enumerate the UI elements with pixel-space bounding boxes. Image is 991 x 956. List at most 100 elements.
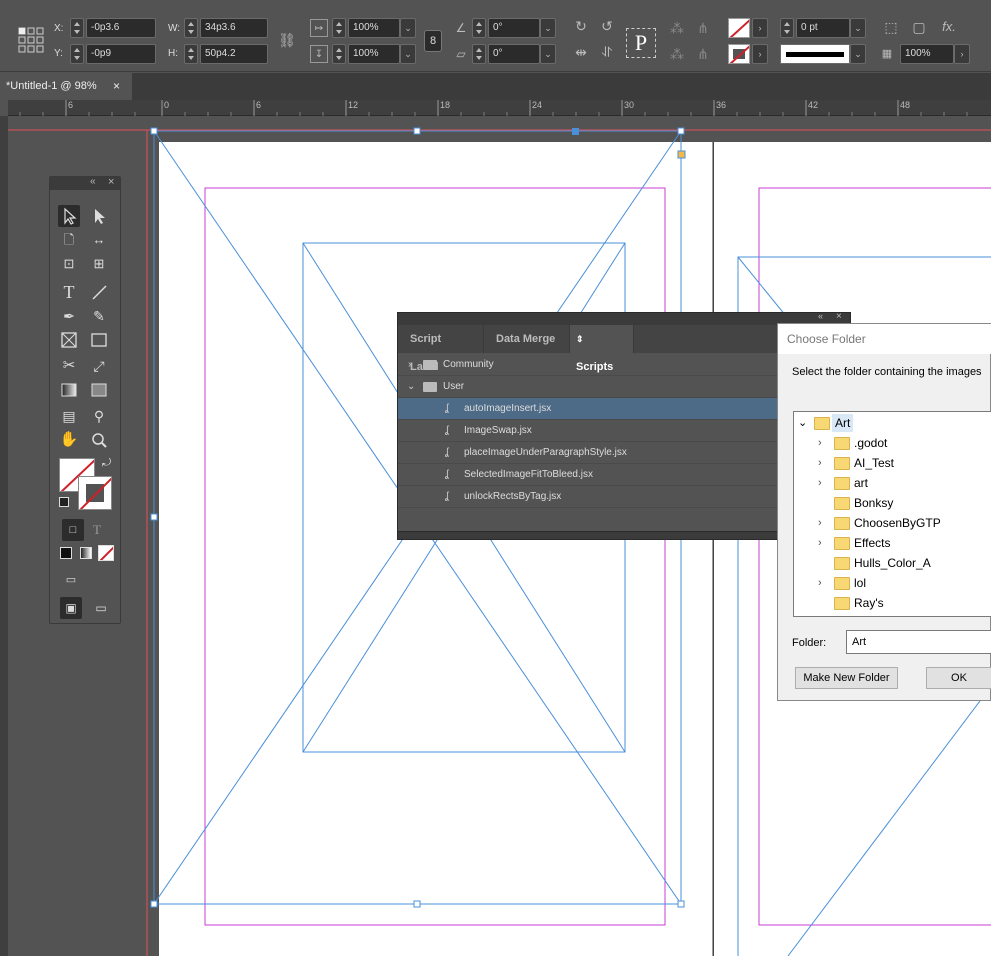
scale-x-dropdown[interactable]: ⌄ bbox=[400, 18, 416, 38]
shear-stepper[interactable] bbox=[472, 44, 486, 64]
apply-gradient-icon[interactable] bbox=[80, 547, 92, 559]
effects-fx-icon[interactable]: fx. bbox=[940, 18, 958, 36]
fill-dropdown[interactable]: › bbox=[752, 18, 768, 38]
tab-scripts[interactable]: ⇕ Scripts bbox=[570, 325, 634, 373]
drop-shadow-icon[interactable]: ⬚ bbox=[882, 18, 900, 36]
chevron-right-icon[interactable]: › bbox=[818, 533, 822, 553]
horizontal-ruler[interactable]: 6 0 6 12 18 24 30 36 42 48 bbox=[8, 100, 991, 116]
stroke-weight-field[interactable]: 0 pt bbox=[796, 18, 850, 38]
document-tab[interactable]: *Untitled-1 @ 98% × bbox=[0, 73, 132, 100]
scale-x-stepper[interactable] bbox=[332, 18, 346, 38]
gap-tool-icon[interactable]: ↔ bbox=[88, 229, 110, 251]
page-tool-icon[interactable]: 🗋 bbox=[58, 229, 80, 251]
formatting-affects-container-icon[interactable]: □ bbox=[62, 519, 84, 541]
rotate-counterclockwise-icon[interactable]: ↺ bbox=[598, 17, 616, 35]
chevron-right-icon[interactable]: › bbox=[408, 354, 411, 376]
pencil-tool-icon[interactable]: ✎ bbox=[88, 305, 110, 327]
scissors-tool-icon[interactable]: ✂ bbox=[58, 355, 80, 377]
formatting-affects-text-icon[interactable]: T bbox=[86, 519, 108, 541]
rotate-dropdown[interactable]: ⌄ bbox=[540, 18, 556, 38]
rotate-stepper[interactable] bbox=[472, 18, 486, 38]
stroke-type-dropdown[interactable]: ⌄ bbox=[850, 44, 866, 64]
reference-point-icon[interactable] bbox=[18, 27, 44, 53]
tab-data-merge[interactable]: Data Merge bbox=[484, 325, 570, 353]
stroke-weight-stepper[interactable] bbox=[780, 18, 794, 38]
direct-selection-tool-icon[interactable] bbox=[88, 205, 110, 227]
tab-script-label[interactable]: Script Label bbox=[398, 325, 484, 373]
chevron-right-icon[interactable]: › bbox=[818, 433, 822, 453]
flip-horizontal-icon[interactable]: ⇹ bbox=[572, 43, 590, 61]
folder-tree[interactable]: ⌄ Art › .godot › AI_Test › art Bonksy › … bbox=[793, 411, 991, 617]
note-tool-icon[interactable]: ▤ bbox=[58, 405, 80, 427]
x-field[interactable]: -0p3.6 bbox=[86, 18, 156, 38]
scale-y-dropdown[interactable]: ⌄ bbox=[400, 44, 416, 64]
select-previous-icon[interactable]: ⋔ bbox=[694, 45, 712, 63]
shadow-icon[interactable]: ▢ bbox=[910, 18, 928, 36]
gradient-swatch-tool-icon[interactable] bbox=[58, 379, 80, 401]
eyedropper-tool-icon[interactable]: ⚲ bbox=[88, 405, 110, 427]
shear-dropdown[interactable]: ⌄ bbox=[540, 44, 556, 64]
shear-field[interactable]: 0° bbox=[488, 44, 540, 64]
folder-input[interactable]: Art bbox=[846, 630, 991, 654]
opacity-dropdown[interactable]: › bbox=[954, 44, 970, 64]
type-tool-icon[interactable]: T bbox=[58, 281, 80, 303]
preview-screen-mode-icon[interactable]: ▭ bbox=[90, 597, 112, 619]
zoom-tool-icon[interactable] bbox=[88, 429, 110, 451]
stroke-color-swatch[interactable] bbox=[78, 476, 112, 510]
scale-y-field[interactable]: 100% bbox=[348, 44, 400, 64]
ok-button[interactable]: OK bbox=[926, 667, 991, 689]
apply-none-icon[interactable] bbox=[98, 545, 114, 561]
apply-color-icon[interactable] bbox=[60, 547, 72, 559]
stroke-type-field[interactable] bbox=[780, 44, 850, 64]
constrain-scale-icon[interactable]: 8 bbox=[424, 30, 442, 52]
chevron-right-icon[interactable]: › bbox=[818, 453, 822, 473]
fill-swatch[interactable] bbox=[728, 18, 750, 38]
rotate-clockwise-icon[interactable]: ↻ bbox=[572, 17, 590, 35]
select-container-icon[interactable]: ⁂ bbox=[668, 19, 686, 37]
opacity-field[interactable]: 100% bbox=[900, 44, 954, 64]
stroke-swatch[interactable] bbox=[728, 44, 750, 64]
content-placer-icon[interactable]: ⊞ bbox=[88, 253, 110, 275]
scale-x-field[interactable]: 100% bbox=[348, 18, 400, 38]
rectangle-frame-tool-icon[interactable] bbox=[58, 329, 80, 351]
view-mode-icon[interactable]: ▭ bbox=[60, 569, 82, 591]
w-field[interactable]: 34p3.6 bbox=[200, 18, 268, 38]
close-icon[interactable]: × bbox=[836, 311, 842, 322]
gradient-feather-tool-icon[interactable] bbox=[88, 379, 110, 401]
y-field[interactable]: -0p9 bbox=[86, 44, 156, 64]
constrain-proportions-icon[interactable]: ⛓ bbox=[278, 31, 296, 49]
collapse-icon[interactable]: « bbox=[90, 176, 96, 187]
swap-fill-stroke-icon[interactable]: ⤾ bbox=[102, 457, 111, 470]
default-fill-stroke-icon[interactable] bbox=[59, 497, 69, 507]
y-stepper[interactable] bbox=[70, 44, 84, 64]
close-icon[interactable]: × bbox=[108, 176, 114, 188]
free-transform-tool-icon[interactable]: ⤢ bbox=[88, 355, 110, 377]
chevron-down-icon[interactable]: ⌄ bbox=[407, 376, 415, 398]
flip-vertical-icon[interactable]: ⥯ bbox=[598, 43, 616, 61]
chevron-down-icon[interactable]: ⌄ bbox=[798, 413, 807, 433]
scale-y-stepper[interactable] bbox=[332, 44, 346, 64]
collapse-icon[interactable]: « bbox=[818, 311, 823, 321]
h-field[interactable]: 50p4.2 bbox=[200, 44, 268, 64]
chevron-right-icon[interactable]: › bbox=[818, 513, 822, 533]
line-tool-icon[interactable] bbox=[88, 281, 110, 303]
rotate-field[interactable]: 0° bbox=[488, 18, 540, 38]
make-new-folder-button[interactable]: Make New Folder bbox=[795, 667, 898, 689]
tree-item-art[interactable]: ⌄ Art bbox=[794, 413, 991, 433]
chevron-right-icon[interactable]: › bbox=[818, 573, 822, 593]
h-stepper[interactable] bbox=[184, 44, 198, 64]
pen-tool-icon[interactable]: ✒ bbox=[58, 305, 80, 327]
tools-panel-header[interactable]: « × bbox=[50, 176, 120, 190]
normal-screen-mode-icon[interactable]: ▣ bbox=[60, 597, 82, 619]
rectangle-tool-icon[interactable] bbox=[88, 329, 110, 351]
x-stepper[interactable] bbox=[70, 18, 84, 38]
hand-tool-icon[interactable]: ✋ bbox=[58, 429, 80, 451]
vertical-ruler[interactable] bbox=[0, 116, 8, 956]
close-icon[interactable]: × bbox=[113, 73, 120, 100]
selection-tool-icon[interactable] bbox=[58, 205, 80, 227]
stroke-dropdown[interactable]: › bbox=[752, 44, 768, 64]
select-next-icon[interactable]: ⋔ bbox=[694, 19, 712, 37]
chevron-right-icon[interactable]: › bbox=[818, 473, 822, 493]
w-stepper[interactable] bbox=[184, 18, 198, 38]
stroke-weight-dropdown[interactable]: ⌄ bbox=[850, 18, 866, 38]
